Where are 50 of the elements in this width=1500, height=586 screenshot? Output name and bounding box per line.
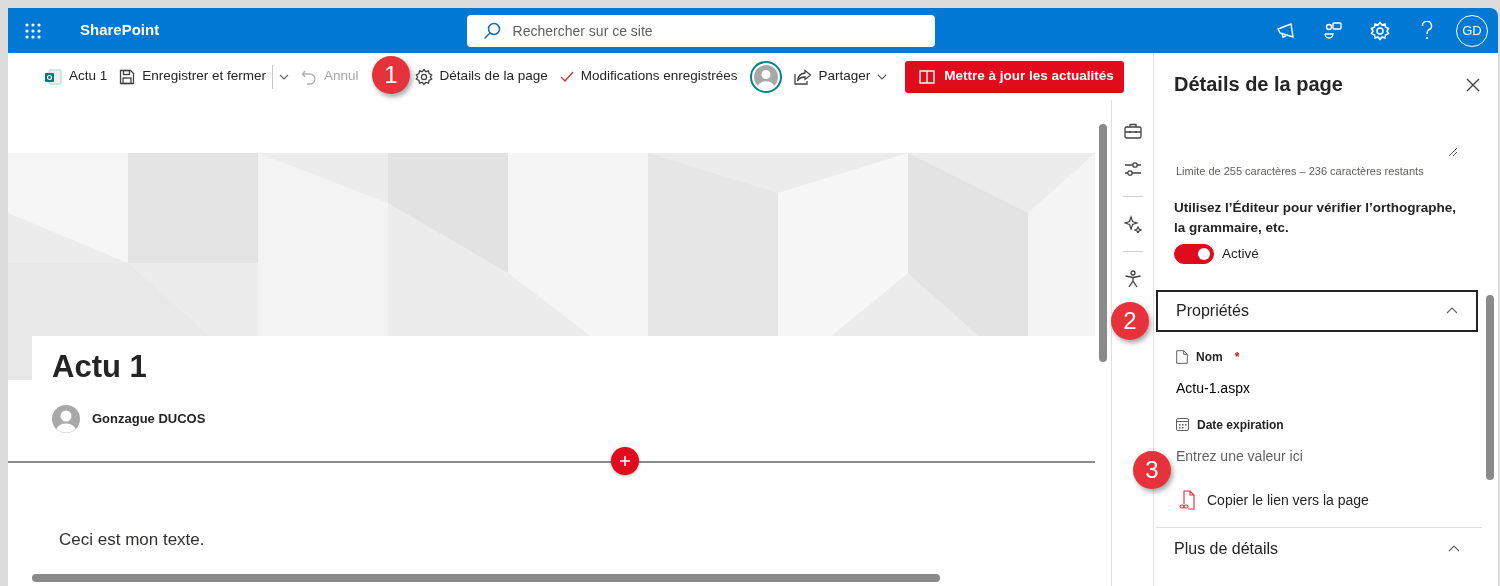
- toggle-label: Activé: [1222, 244, 1259, 263]
- author-name: Gonzague DUCOS: [92, 410, 206, 429]
- book-icon: [919, 69, 936, 84]
- body-text[interactable]: Ceci est mon texte.: [59, 527, 1095, 553]
- panel-title: Détails de la page: [1174, 72, 1343, 96]
- add-section-button[interactable]: [611, 447, 639, 476]
- chevron-down-icon: [877, 73, 888, 80]
- chevron-down-icon: [279, 73, 290, 80]
- calendar-icon: [1176, 418, 1189, 432]
- chat-icon[interactable]: [1322, 20, 1343, 41]
- chevron-up-icon: [1446, 307, 1458, 315]
- field-label: Nom: [1196, 348, 1223, 366]
- app-name[interactable]: SharePoint: [80, 19, 160, 42]
- resize-grip-icon: [1448, 147, 1458, 157]
- toolbar-button[interactable]: Détails de la page: [408, 60, 554, 93]
- accessibility-icon[interactable]: [1123, 270, 1142, 288]
- document-link-icon: [1179, 490, 1195, 511]
- undo-icon: [301, 68, 318, 85]
- checkmark-icon: [559, 70, 574, 83]
- section-header[interactable]: Propriétés: [1156, 289, 1478, 332]
- megaphone-icon[interactable]: [1275, 21, 1296, 40]
- sliders-icon[interactable]: [1123, 161, 1142, 177]
- toolbar-button[interactable]: Enregistrer et fermer: [113, 60, 273, 93]
- page-title[interactable]: Actu 1: [52, 348, 1095, 386]
- toolbox-icon[interactable]: [1123, 123, 1142, 139]
- user-avatar[interactable]: [749, 60, 782, 93]
- sharepoint-page-icon: [44, 68, 62, 85]
- document-icon: [1176, 349, 1188, 364]
- search-icon: [482, 21, 501, 40]
- share-icon: [793, 68, 812, 85]
- copy-link-button[interactable]: Copier le lien vers la page: [1179, 489, 1369, 511]
- help-icon[interactable]: [1420, 20, 1433, 41]
- save-icon: [119, 68, 136, 85]
- toggle-switch[interactable]: [1174, 243, 1214, 264]
- field-label: Date expiration: [1197, 416, 1284, 434]
- update-news-button[interactable]: Mettre à jour les actualités: [905, 60, 1124, 93]
- plus-icon: [619, 455, 631, 468]
- toolbar-button[interactable]: Actu 1: [38, 60, 114, 93]
- search-field[interactable]: Rechercher sur ce site: [466, 14, 935, 47]
- app-launcher-icon[interactable]: [25, 22, 41, 39]
- settings-icon: [414, 67, 433, 86]
- required-asterisk: *: [1234, 348, 1240, 366]
- close-icon: [1466, 77, 1480, 92]
- save-status: Modifications enregistrées: [553, 60, 744, 93]
- editor-label: Utilisez l’Éditeur pour vérifier l’orthographe, la grammaire, etc.: [1174, 198, 1458, 237]
- toolbar-button[interactable]: Partager: [787, 60, 894, 93]
- sparkle-icon[interactable]: [1123, 215, 1142, 233]
- settings-icon[interactable]: [1369, 20, 1390, 41]
- chevron-up-icon: [1448, 545, 1460, 553]
- character-limit-hint: Limite de 255 caractères – 236 caractères restants: [1176, 164, 1425, 179]
